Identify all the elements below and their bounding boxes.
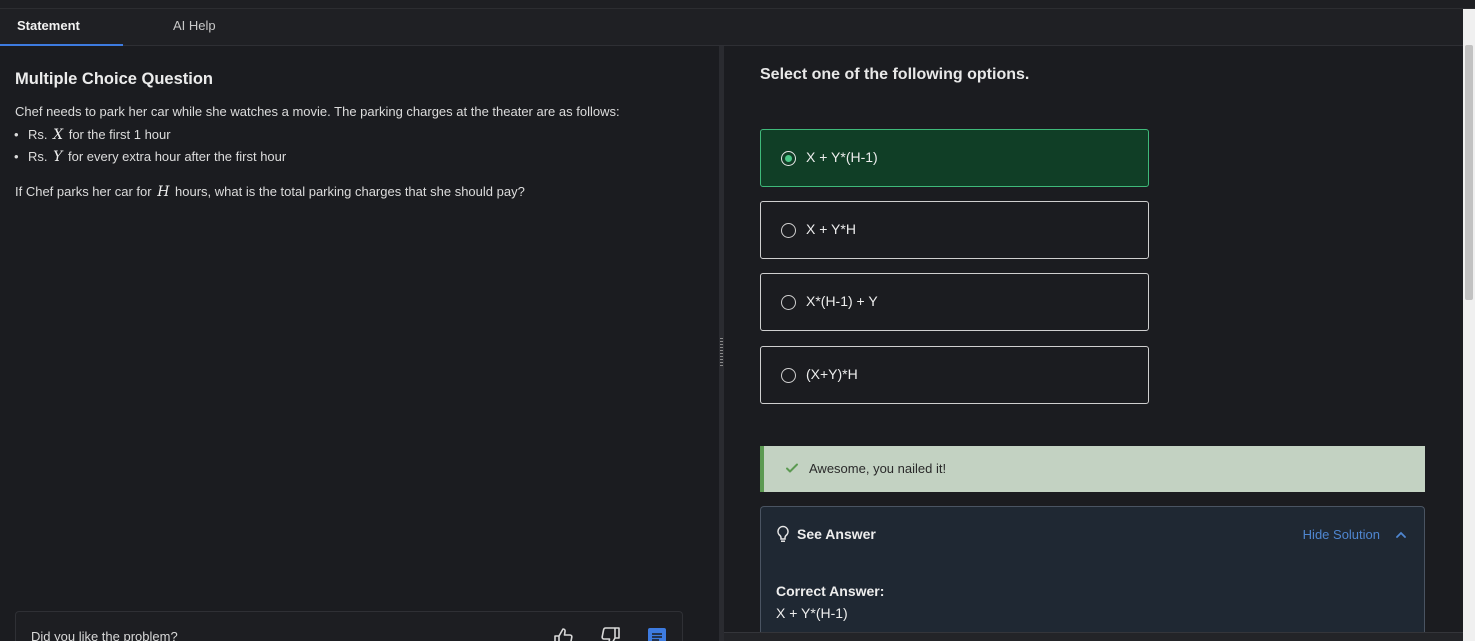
problem-question: If Chef parks her car for H hours, what … <box>15 184 525 200</box>
tab-ai-help[interactable]: AI Help <box>173 9 216 46</box>
radio-icon[interactable] <box>781 223 796 238</box>
option-label: X*(H-1) + Y <box>806 293 878 309</box>
feedback-label: Did you like the problem? <box>31 629 178 641</box>
page-scrollbar[interactable] <box>1463 9 1475 641</box>
bullet-dot: • <box>14 149 19 164</box>
list-item: • Rs. X for the first 1 hour <box>14 126 286 148</box>
radio-icon[interactable] <box>781 368 796 383</box>
option-label: X + Y*H <box>806 221 856 237</box>
check-icon <box>786 463 798 473</box>
comment-icon[interactable] <box>646 626 668 641</box>
options-title: Select one of the following options. <box>760 66 1030 83</box>
success-banner: Awesome, you nailed it! <box>760 446 1425 492</box>
option-2[interactable]: X + Y*H <box>760 201 1149 259</box>
charges-list: • Rs. X for the first 1 hour • Rs. Y for e… <box>14 126 286 170</box>
question-suffix: hours, what is the total parking charges… <box>175 184 525 199</box>
chevron-up-icon[interactable] <box>1394 528 1408 542</box>
hide-solution-link[interactable]: Hide Solution <box>1303 527 1380 542</box>
success-message: Awesome, you nailed it! <box>809 461 947 476</box>
option-label: (X+Y)*H <box>806 366 858 382</box>
bullet-prefix: Rs. <box>28 149 48 164</box>
top-strip <box>0 0 1475 9</box>
list-item: • Rs. Y for every extra hour after the fi… <box>14 148 286 170</box>
question-prefix: If Chef parks her car for <box>15 184 152 199</box>
thumbs-up-icon[interactable] <box>552 626 574 641</box>
problem-intro: Chef needs to park her car while she wat… <box>15 104 620 119</box>
see-answer-heading: See Answer <box>797 526 876 542</box>
drag-handle-icon[interactable] <box>720 338 723 366</box>
thumbs-down-icon[interactable] <box>600 626 622 641</box>
bullet-suffix: for the first 1 hour <box>68 127 171 142</box>
lightbulb-icon <box>777 525 789 542</box>
radio-icon[interactable] <box>781 295 796 310</box>
correct-answer-value: X + Y*(H-1) <box>776 605 848 621</box>
bullet-suffix: for every extra hour after the first hou… <box>68 149 287 164</box>
radio-selected-icon[interactable] <box>781 151 796 166</box>
option-label: X + Y*(H-1) <box>806 149 878 165</box>
bullet-dot: • <box>14 127 19 142</box>
problem-title: Multiple Choice Question <box>15 70 214 88</box>
tab-bar: Statement AI Help <box>0 9 1463 46</box>
correct-answer-label: Correct Answer: <box>776 583 885 599</box>
option-3[interactable]: X*(H-1) + Y <box>760 273 1149 331</box>
see-answer-card: See Answer Hide Solution Correct Answer:… <box>760 506 1425 641</box>
scrollbar-thumb[interactable] <box>1465 45 1473 300</box>
feedback-bar: Did you like the problem? <box>15 611 683 641</box>
problem-panel: Multiple Choice Question Chef needs to p… <box>0 46 719 641</box>
option-4[interactable]: (X+Y)*H <box>760 346 1149 404</box>
variable-h: H <box>157 184 170 200</box>
bullet-prefix: Rs. <box>28 127 48 142</box>
tab-statement[interactable]: Statement <box>0 9 123 46</box>
variable-x: X <box>53 127 64 143</box>
option-1[interactable]: X + Y*(H-1) <box>760 129 1149 187</box>
answer-panel: Select one of the following options. X +… <box>724 46 1463 641</box>
variable-y: Y <box>53 149 63 165</box>
bottom-bar <box>724 632 1463 641</box>
